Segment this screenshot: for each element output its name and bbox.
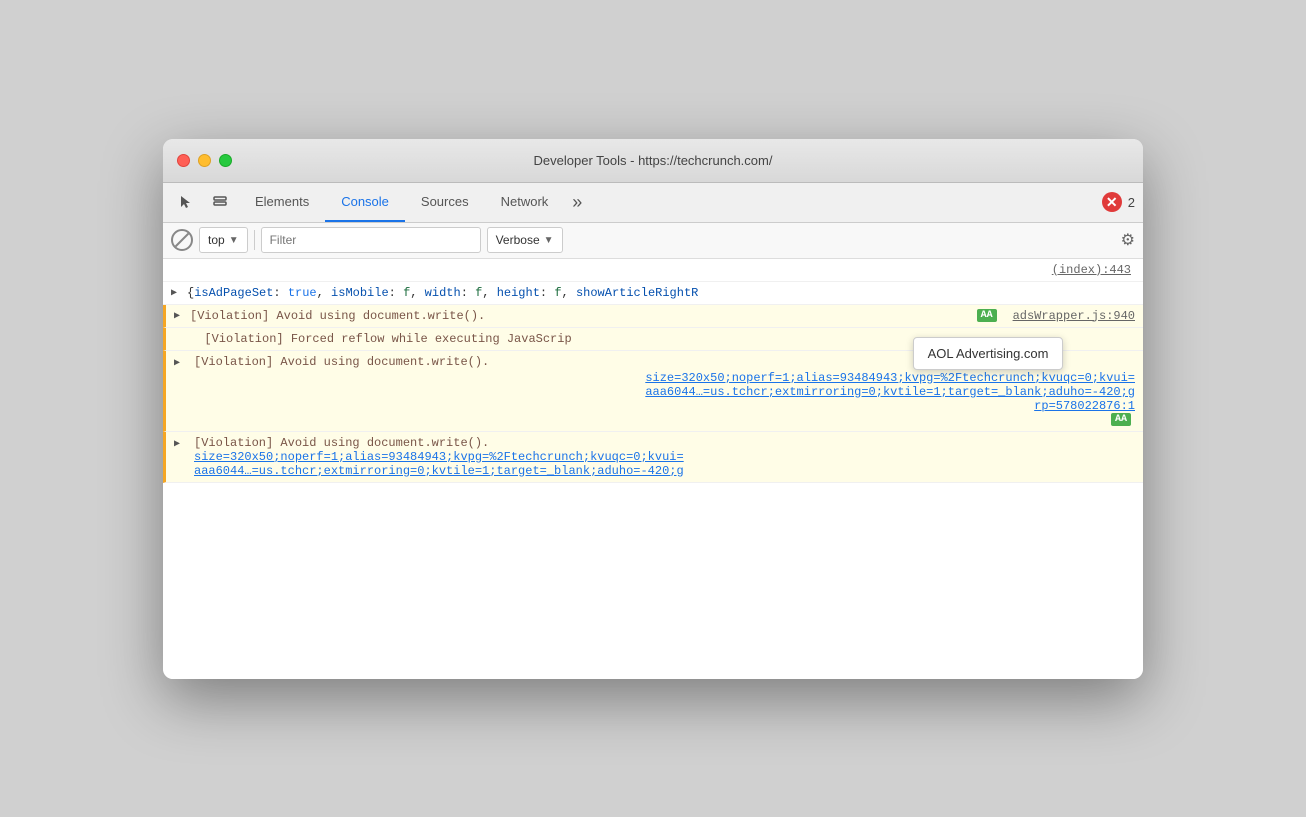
console-toolbar: top ▼ Verbose ▼ ⚙ [163,223,1143,259]
violation-row: [Violation] Avoid using document.write()… [190,309,1135,323]
devtools-window: Developer Tools - https://techcrunch.com… [163,139,1143,679]
close-button[interactable] [177,154,190,167]
more-tabs-button[interactable]: » [564,183,590,222]
cursor-tool-button[interactable] [171,187,201,217]
devtools-toolbar: Elements Console Sources Network » ✕ 2 [163,183,1143,223]
rp-link[interactable]: rp=578022876:1 [1034,399,1135,413]
filter-input[interactable] [261,227,481,253]
ad-link-4[interactable]: aaa6044…=us.tchcr;extmirroring=0;kvtile=… [194,464,1135,478]
console-row-index: (index):443 [163,259,1143,282]
tab-console[interactable]: Console [325,183,405,222]
traffic-lights [177,154,232,167]
console-row-violation-1: ▶ [Violation] Avoid using document.write… [163,305,1143,328]
expand-arrow[interactable]: ▶ [174,310,180,322]
cursor-indicator [1119,355,1135,371]
context-select[interactable]: top ▼ [199,227,248,253]
ad-link-2[interactable]: aaa6044…=us.tchcr;extmirroring=0;kvtile=… [645,385,1135,399]
maximize-button[interactable] [219,154,232,167]
layers-icon [212,194,228,210]
console-content: (index):443 ▶ {isAdPageSet: true, isMobi… [163,259,1143,679]
ad-link-3[interactable]: size=320x50;noperf=1;alias=93484943;kvpg… [194,450,1135,464]
violation-text-2: [Violation] Avoid using document.write()… [194,355,489,369]
minimize-button[interactable] [198,154,211,167]
aa-badge-container: AA AOL Advertising.com [973,309,1001,323]
aa-badge-1[interactable]: AA [977,309,997,322]
violation-text: [Violation] Avoid using document.write()… [190,309,973,323]
expand-arrow-2[interactable]: ▶ [174,357,180,369]
console-row-text: {isAdPageSet: true, isMobile: f, width: … [187,286,1135,300]
title-bar: Developer Tools - https://techcrunch.com… [163,139,1143,183]
console-row-violation-3: ▶ [Violation] Avoid using document.write… [163,432,1143,483]
aa-badge-2[interactable]: AA [1111,413,1131,426]
verbose-select[interactable]: Verbose ▼ [487,227,563,253]
context-select-arrow: ▼ [229,235,239,246]
tab-elements[interactable]: Elements [239,183,325,222]
ad-link-1[interactable]: size=320x50;noperf=1;alias=93484943;kvpg… [645,371,1135,385]
settings-icon[interactable]: ⚙ [1121,230,1135,250]
expand-arrow[interactable]: ▶ [171,287,177,299]
block-icon[interactable] [171,229,193,251]
tooltip-box: AOL Advertising.com [913,337,1064,370]
expand-arrow-3[interactable]: ▶ [174,438,180,450]
cursor-icon [178,194,194,210]
layers-tool-button[interactable] [205,187,235,217]
violation-text-3: [Violation] Avoid using document.write()… [194,436,489,450]
error-close-icon[interactable]: ✕ [1102,192,1122,212]
tab-network[interactable]: Network [485,183,565,222]
tab-sources[interactable]: Sources [405,183,485,222]
toolbar-divider [254,230,255,250]
window-title: Developer Tools - https://techcrunch.com… [534,153,773,168]
violation-right: AA AOL Advertising.com adsWrapper.js:940 [973,309,1135,323]
devtools-tabs: Elements Console Sources Network » [239,183,1098,222]
console-row-object: ▶ {isAdPageSet: true, isMobile: f, width… [163,282,1143,305]
verbose-select-arrow: ▼ [544,235,554,246]
error-badge-area: ✕ 2 [1102,192,1135,212]
source-link-1[interactable]: adsWrapper.js:940 [1005,309,1135,323]
error-count: 2 [1128,195,1135,210]
index-link[interactable]: (index):443 [1052,263,1131,277]
